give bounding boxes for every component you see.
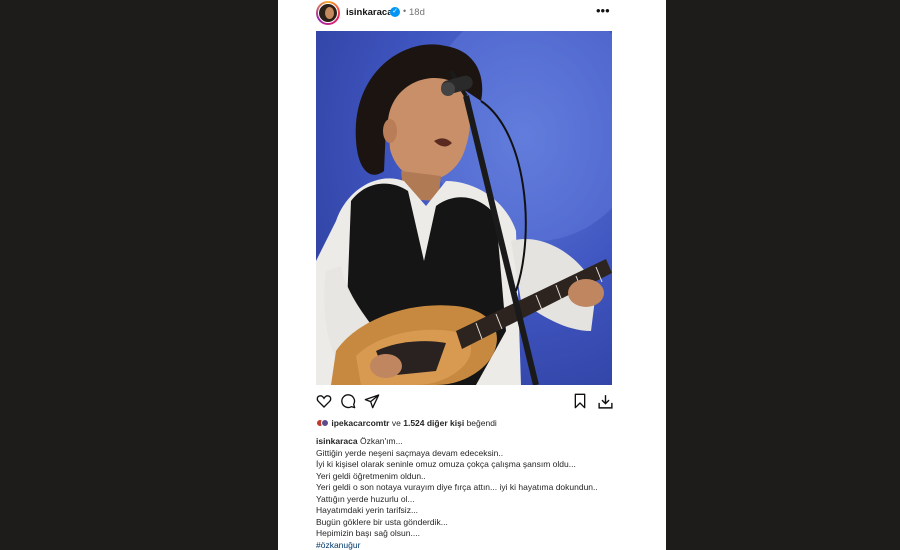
post-time[interactable]: 18d [409, 7, 425, 18]
post-header: isinkaraca ✓ • 18d ••• [278, 0, 666, 28]
caption-text: Özkan'ım... [359, 436, 403, 446]
caption-line: Gittiğin yerde neşeni saçmaya devam edec… [316, 447, 504, 458]
comment-icon[interactable] [340, 393, 356, 414]
caption-line: Yeri geldi öğretmenim oldun.. [316, 470, 426, 481]
caption-line: İyi ki kişisel olarak seninle omuz omuza… [316, 459, 576, 469]
liker-avatar [321, 419, 329, 427]
liker-username[interactable]: ipekacarcomtr [331, 418, 389, 428]
caption-first-line: isinkaraca Özkan'ım... [316, 436, 616, 448]
caption-line: Hayatımdaki yerin tarifsiz... [316, 505, 419, 515]
caption-author[interactable]: isinkaraca [316, 436, 358, 446]
bookmark-icon[interactable] [572, 393, 588, 414]
instagram-post: isinkaraca ✓ • 18d ••• ipekacarcomtr ve … [278, 0, 666, 550]
heart-icon[interactable] [316, 393, 332, 414]
post-photo[interactable] [316, 31, 612, 385]
caption-line: Yeri geldi o son notaya vurayım diye fır… [316, 482, 598, 492]
musician-photo [316, 31, 612, 385]
caption-line: Yattığın yerde huzurlu ol... [316, 493, 415, 504]
download-icon[interactable] [597, 393, 614, 415]
post-actions [316, 393, 616, 411]
likes-summary: ipekacarcomtr ve 1.524 diğer kişi beğend… [316, 418, 497, 428]
caption-line: Bugün göklere bir usta gönderdik... [316, 516, 448, 527]
likes-suffix: beğendi [466, 418, 497, 428]
post-caption: isinkaraca Özkan'ım... Gittiğin yerde ne… [316, 436, 616, 550]
username[interactable]: isinkaraca [346, 7, 392, 18]
likes-others[interactable]: 1.524 diğer kişi [403, 418, 464, 428]
avatar[interactable] [316, 1, 340, 25]
more-options-icon[interactable]: ••• [596, 3, 610, 18]
hashtag-link[interactable]: #özkanuğur [316, 540, 616, 550]
caption-line: Hepimizin başı sağ olsun.... [316, 528, 420, 538]
separator-dot: • [403, 6, 407, 16]
verified-badge-icon: ✓ [390, 7, 400, 17]
likes-connector: ve [391, 418, 401, 428]
share-icon[interactable] [364, 393, 380, 414]
